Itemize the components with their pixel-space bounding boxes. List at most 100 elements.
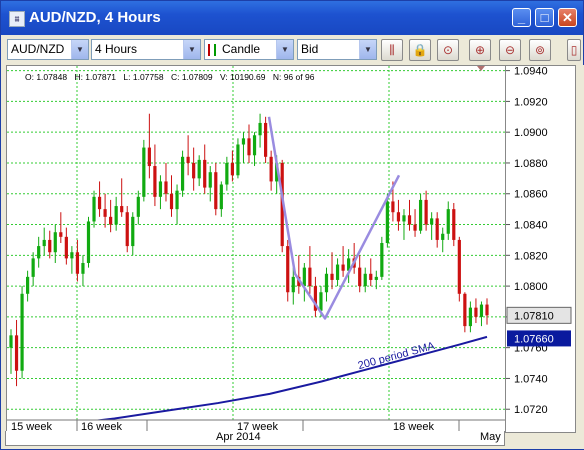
chart-area[interactable]: 200 period SMA 15 week 16 week 17 week 18 we…: [6, 65, 506, 433]
candle-body: [380, 243, 384, 277]
candle-body: [214, 172, 218, 210]
candle-body: [120, 206, 124, 213]
candle-body: [219, 184, 223, 210]
candle-body: [131, 216, 135, 247]
chevron-down-icon[interactable]: ▼: [71, 40, 88, 59]
candle-body: [142, 147, 146, 197]
candle-body: [402, 215, 406, 222]
candle-body: [153, 166, 157, 197]
price-axis-label: 1.0720: [514, 404, 548, 416]
price-axis-svg: 1.0940 1.0920 1.0900 1.0880 1.0860 1.0840 1.08…: [506, 66, 572, 416]
candle-body: [31, 258, 35, 277]
candle-body: [236, 144, 240, 176]
symbol-select[interactable]: AUD/NZD ▼: [7, 39, 89, 60]
chevron-down-icon[interactable]: ▼: [183, 40, 200, 59]
month-axis: Apr 2014 May: [5, 431, 505, 446]
timeframe-select[interactable]: 4 Hours ▼: [91, 39, 201, 60]
maximize-button[interactable]: □: [535, 8, 554, 27]
ohlc-readout: O: 1.07848 H: 1.07871 L: 1.07758 C: 1.07…: [25, 72, 319, 82]
month-label-apr: Apr 2014: [216, 431, 261, 443]
price-type-select[interactable]: Bid ▼: [297, 39, 377, 60]
candle-body: [446, 209, 450, 234]
candle-body: [308, 267, 312, 287]
candle-body: [86, 221, 91, 264]
candle-body: [136, 196, 140, 217]
candlestick-chart: 200 period SMA15 week 16 week 17 week 18 we…: [7, 66, 505, 432]
candle-body: [485, 304, 489, 316]
candle-body: [319, 292, 323, 311]
price-axis-label: 1.0880: [514, 158, 548, 170]
candle-body: [37, 246, 41, 259]
candle-body: [264, 122, 268, 157]
candle-body: [103, 209, 107, 217]
candle-body: [9, 335, 13, 348]
candle-body: [324, 273, 329, 293]
symbol-value: AUD/NZD: [11, 42, 65, 56]
title-bar[interactable]: ⩩ AUD/NZD, 4 Hours _ □ ✕: [1, 1, 583, 35]
candle-body: [42, 239, 46, 247]
vertical-scrollbar[interactable]: [576, 65, 584, 449]
candle-body: [369, 273, 373, 280]
price-axis-label: 1.0920: [514, 96, 548, 108]
lock-icon[interactable]: 🔒: [409, 39, 431, 61]
candle-body: [258, 122, 262, 136]
chart-window: ⩩ AUD/NZD, 4 Hours _ □ ✕ AUD/NZD ▼ 4 Hou…: [0, 0, 584, 450]
minimize-button[interactable]: _: [512, 8, 531, 27]
candle-body: [335, 264, 340, 280]
candle-body: [169, 193, 174, 210]
candle-body: [180, 156, 185, 191]
current-price-label: 1.07810: [514, 310, 554, 322]
candle-body: [418, 199, 423, 231]
candle-body: [430, 218, 434, 225]
app-icon: ⩩: [9, 11, 25, 27]
candle-body: [125, 212, 129, 247]
ohlc-volume: V: 10190.69: [219, 72, 266, 82]
zoom-reset-icon[interactable]: ⊚: [529, 39, 551, 61]
candle-body: [75, 252, 80, 274]
candle-body: [241, 138, 246, 145]
ohlc-low: L: 1.07758: [123, 72, 164, 82]
candle-body: [81, 263, 85, 274]
price-axis-label: 1.0900: [514, 127, 548, 139]
candle-body: [374, 276, 378, 280]
candle-body: [109, 216, 113, 225]
price-axis-label: 1.0740: [514, 373, 548, 385]
toolbar: AUD/NZD ▼ 4 Hours ▼ Candle ▼ Bid ▼ ⫼ 🔒 ⊙…: [1, 35, 583, 65]
candle-body: [363, 273, 367, 287]
candle-body: [302, 267, 306, 287]
candle-body: [391, 201, 395, 213]
candle-body: [341, 264, 345, 271]
chevron-down-icon[interactable]: ▼: [359, 40, 376, 59]
zoom-out-icon[interactable]: ⊖: [499, 39, 521, 61]
close-button[interactable]: ✕: [558, 8, 577, 27]
candle-body: [59, 232, 63, 237]
candle-body: [269, 156, 273, 182]
candle-body: [225, 162, 229, 185]
candle-body: [14, 335, 19, 371]
candle-body: [452, 209, 456, 240]
candle-body: [97, 196, 102, 210]
candle-body: [396, 212, 401, 222]
candle-body: [330, 273, 334, 280]
price-axis-label: 1.0860: [514, 189, 548, 201]
timeframe-value: 4 Hours: [95, 42, 138, 56]
candle-body: [192, 162, 196, 179]
candle-body: [474, 307, 478, 317]
chart-type-select[interactable]: Candle ▼: [204, 39, 294, 60]
zoom-fit-icon[interactable]: ⊙: [437, 39, 459, 61]
price-axis-label: 1.0940: [514, 66, 548, 78]
price-axis[interactable]: 1.0940 1.0920 1.0900 1.0880 1.0860 1.0840 1.08…: [506, 65, 576, 433]
candle-body: [114, 206, 118, 225]
candle-body: [435, 218, 439, 240]
candle-body: [479, 304, 484, 317]
bars-icon[interactable]: ⫼: [381, 39, 403, 61]
candle-icon: [208, 43, 216, 56]
window-title: AUD/NZD, 4 Hours: [29, 9, 161, 26]
candle-body: [441, 233, 445, 240]
candle-body: [164, 181, 168, 194]
candle-body: [407, 215, 412, 225]
zoom-in-icon[interactable]: ⊕: [469, 39, 491, 61]
toolbar-more-icon[interactable]: ▯: [567, 39, 581, 61]
candle-body: [158, 181, 163, 197]
chevron-down-icon[interactable]: ▼: [276, 40, 293, 59]
